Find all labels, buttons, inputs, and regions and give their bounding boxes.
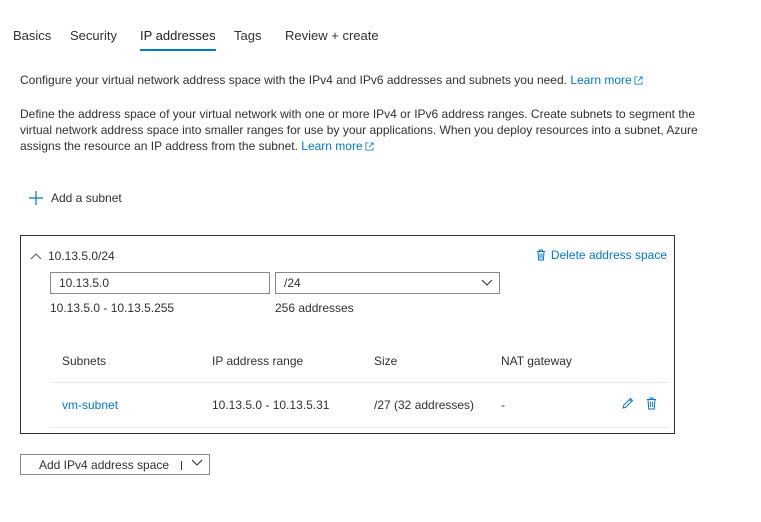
add-subnet-label: Add a subnet — [51, 191, 122, 205]
column-header-size: Size — [374, 354, 398, 368]
delete-address-space-button[interactable]: Delete address space — [536, 248, 667, 262]
add-subnet-button[interactable]: Add a subnet — [28, 190, 122, 206]
split-button-divider — [181, 461, 182, 470]
tab-basics[interactable]: Basics — [13, 28, 51, 43]
tab-security[interactable]: Security — [70, 28, 117, 43]
prefix-value: /24 — [284, 276, 301, 290]
row-actions — [621, 397, 657, 410]
address-space-title: 10.13.5.0/24 — [48, 249, 115, 263]
tab-review-create[interactable]: Review + create — [285, 28, 379, 43]
column-header-ip-range: IP address range — [212, 354, 304, 368]
address-space-panel: 10.13.5.0/24 Delete address space 10.13.… — [20, 235, 675, 434]
add-ipv4-address-space-button[interactable]: Add IPv4 address space — [20, 454, 210, 475]
subnet-name-link[interactable]: vm-subnet — [62, 398, 118, 412]
subnet-size: /27 (32 addresses) — [374, 398, 475, 412]
intro-description: Configure your virtual network address s… — [20, 73, 567, 87]
chevron-down-icon[interactable] — [191, 459, 203, 467]
tab-ip-addresses[interactable]: IP addresses — [140, 28, 216, 51]
chevron-down-icon — [481, 279, 493, 286]
subnet-nat-gateway: - — [501, 398, 505, 412]
trash-icon — [647, 397, 656, 410]
chevron-up-icon — [30, 253, 42, 260]
column-header-subnets: Subnets — [62, 354, 107, 368]
address-space-header[interactable]: 10.13.5.0/24 — [30, 249, 115, 263]
address-range-text: 10.13.5.0 - 10.13.5.255 — [50, 301, 175, 315]
plus-icon — [29, 191, 43, 205]
address-count-text: 256 addresses — [275, 301, 354, 315]
prefix-select[interactable]: /24 — [275, 272, 500, 294]
subnet-ip-range: 10.13.5.0 - 10.13.5.31 — [212, 398, 330, 412]
external-link-icon — [634, 76, 643, 85]
pencil-icon — [622, 397, 634, 409]
intro-learn-more-link[interactable]: Learn more — [570, 73, 643, 87]
add-ipv4-label: Add IPv4 address space — [39, 457, 170, 472]
delete-address-space-label: Delete address space — [550, 248, 667, 262]
tab-tags[interactable]: Tags — [234, 28, 261, 43]
delete-subnet-button[interactable] — [646, 397, 657, 410]
external-link-icon — [365, 142, 374, 151]
intro-learn-more-label: Learn more — [570, 73, 632, 87]
ip-address-input[interactable]: 10.13.5.0 — [50, 272, 270, 294]
edit-subnet-button[interactable] — [621, 397, 634, 410]
description-learn-more-link[interactable]: Learn more — [301, 139, 374, 153]
table-row: vm-subnet 10.13.5.0 - 10.13.5.31 /27 (32… — [50, 383, 669, 428]
column-header-nat-gateway: NAT gateway — [501, 354, 572, 368]
trash-icon — [536, 249, 545, 261]
description-learn-more-label: Learn more — [301, 139, 363, 153]
description-text: Define the address space of your virtual… — [20, 106, 700, 154]
subnets-table-header: Subnets IP address range Size NAT gatewa… — [50, 354, 669, 383]
intro-text: Configure your virtual network address s… — [20, 72, 720, 88]
